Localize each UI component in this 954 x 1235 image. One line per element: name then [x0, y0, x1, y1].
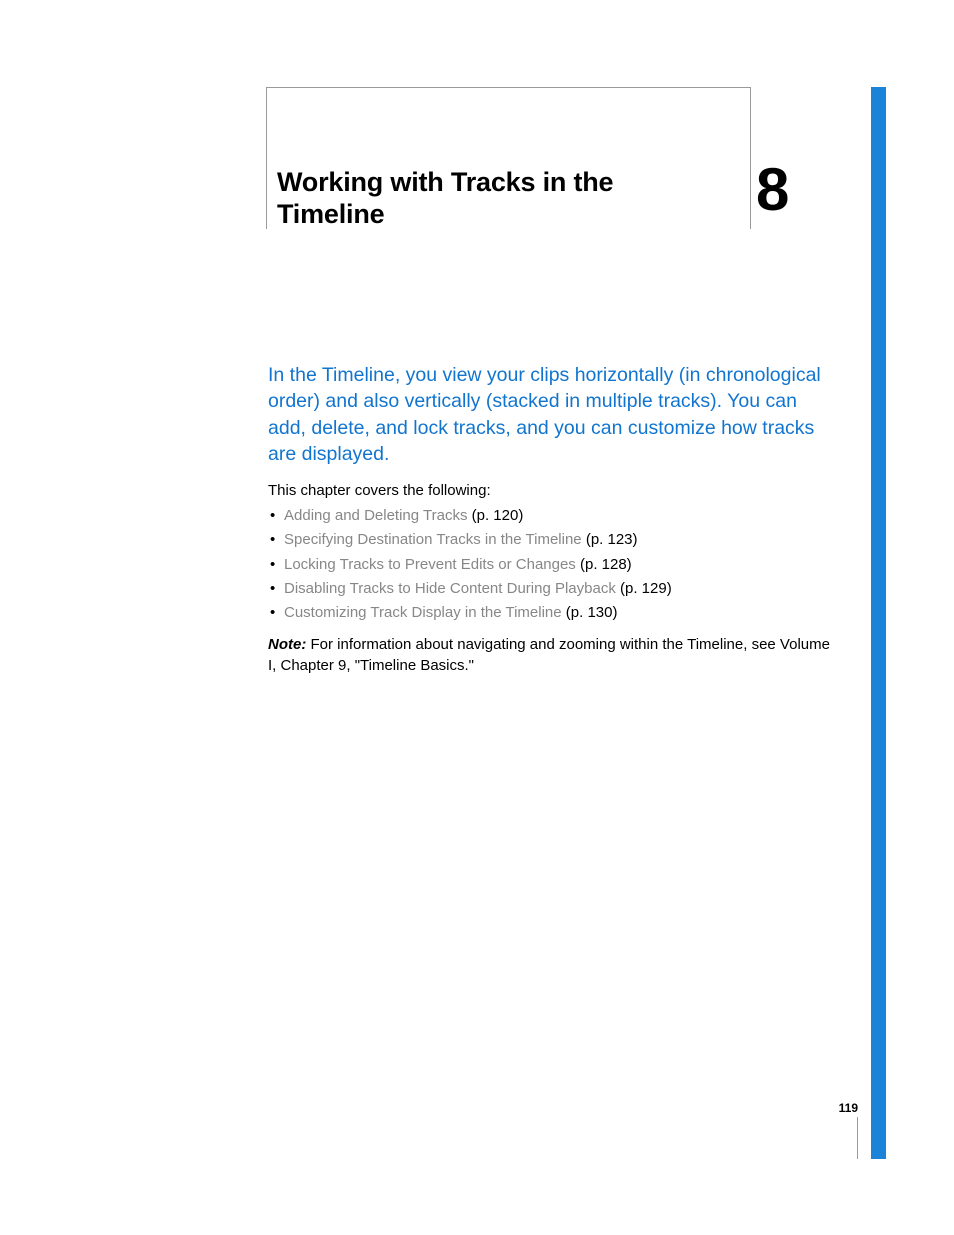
- note-paragraph: Note: For information about navigating a…: [268, 634, 838, 676]
- list-item: Specifying Destination Tracks in the Tim…: [268, 528, 838, 552]
- document-page: Working with Tracks in the Timeline 8 In…: [0, 0, 954, 1235]
- toc-page-ref: (p. 129): [620, 580, 672, 597]
- toc-link[interactable]: Disabling Tracks to Hide Content During …: [284, 580, 616, 597]
- footer-divider: [857, 1117, 858, 1159]
- toc-page-ref: (p. 130): [566, 604, 618, 621]
- toc-link[interactable]: Locking Tracks to Prevent Edits or Chang…: [284, 556, 576, 573]
- list-item: Customizing Track Display in the Timelin…: [268, 601, 838, 625]
- chapter-number: 8: [756, 155, 787, 224]
- toc-link[interactable]: Customizing Track Display in the Timelin…: [284, 604, 562, 621]
- note-text: For information about navigating and zoo…: [268, 636, 830, 674]
- covers-label: This chapter covers the following:: [268, 482, 838, 499]
- top-divider: [266, 87, 750, 88]
- list-item: Adding and Deleting Tracks (p. 120): [268, 504, 838, 528]
- chapter-title: Working with Tracks in the Timeline: [277, 166, 647, 231]
- toc-page-ref: (p. 120): [472, 507, 524, 524]
- section-tab: [871, 87, 886, 1159]
- toc-page-ref: (p. 123): [586, 531, 638, 548]
- toc-link[interactable]: Adding and Deleting Tracks: [284, 507, 467, 524]
- toc-page-ref: (p. 128): [580, 556, 632, 573]
- intro-paragraph: In the Timeline, you view your clips hor…: [268, 362, 838, 467]
- title-left-divider: [266, 87, 267, 229]
- list-item: Locking Tracks to Prevent Edits or Chang…: [268, 553, 838, 577]
- title-right-divider: [750, 87, 751, 229]
- note-label: Note:: [268, 636, 306, 653]
- page-number: 119: [839, 1101, 858, 1115]
- table-of-contents: Adding and Deleting Tracks (p. 120) Spec…: [268, 504, 838, 625]
- toc-link[interactable]: Specifying Destination Tracks in the Tim…: [284, 531, 582, 548]
- list-item: Disabling Tracks to Hide Content During …: [268, 577, 838, 601]
